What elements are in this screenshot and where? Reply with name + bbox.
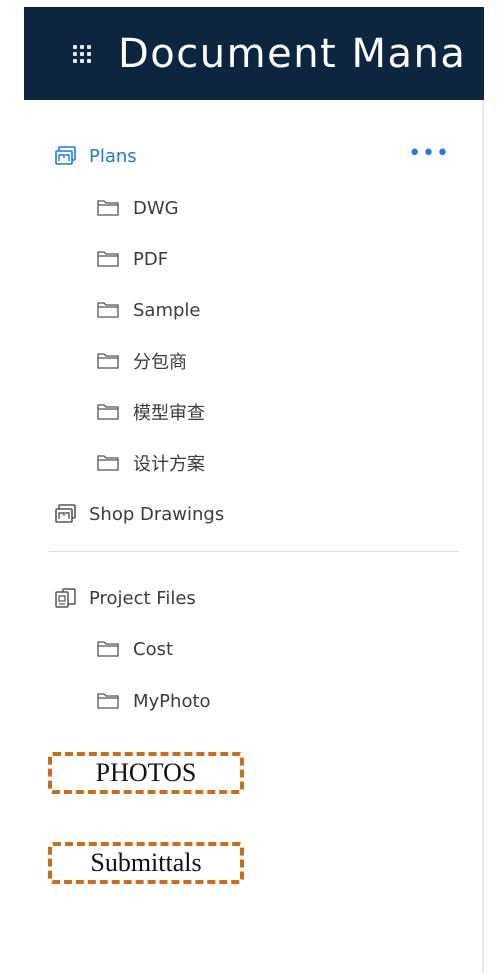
app-header: Document Mana bbox=[24, 7, 484, 100]
submittals-annotation: Submittals bbox=[48, 842, 244, 884]
folder-label: PDF bbox=[133, 248, 169, 270]
section-divider bbox=[49, 551, 459, 552]
folder-pdf[interactable]: PDF bbox=[24, 237, 464, 281]
folder-label: Cost bbox=[133, 638, 174, 660]
tree-root-plans[interactable]: Plans ••• bbox=[24, 134, 464, 178]
folder-sample[interactable]: Sample bbox=[24, 288, 464, 332]
folder-myphoto[interactable]: MyPhoto bbox=[24, 679, 464, 723]
folder-label: 设计方案 bbox=[133, 454, 205, 475]
tree-root-project-files[interactable]: Project Files bbox=[24, 576, 464, 620]
folder-icon bbox=[97, 200, 119, 216]
plans-icon bbox=[55, 146, 76, 165]
folder-icon bbox=[97, 251, 119, 267]
folder-label: DWG bbox=[133, 197, 179, 219]
folder-cost[interactable]: Cost bbox=[24, 627, 464, 671]
folder-icon bbox=[97, 693, 119, 709]
folder-label: 分包商 bbox=[133, 352, 187, 373]
folder-icon bbox=[97, 404, 119, 420]
folder-icon bbox=[97, 641, 119, 657]
project-files-icon bbox=[55, 588, 76, 608]
folder-icon bbox=[97, 455, 119, 471]
tree-root-shop-drawings[interactable]: Shop Drawings bbox=[24, 492, 464, 536]
folder-label: Sample bbox=[133, 299, 201, 321]
folder-dwg[interactable]: DWG bbox=[24, 186, 464, 230]
folder-subcontractor[interactable]: 分包商 bbox=[24, 339, 464, 383]
panel-edge bbox=[482, 100, 484, 973]
more-options-icon[interactable]: ••• bbox=[408, 143, 450, 165]
tree-root-label: Plans bbox=[89, 145, 137, 167]
folder-label: MyPhoto bbox=[133, 690, 211, 712]
folder-icon bbox=[97, 302, 119, 318]
folder-icon bbox=[97, 353, 119, 369]
photos-annotation: PHOTOS bbox=[48, 752, 244, 794]
grid-icon[interactable] bbox=[73, 43, 95, 65]
document-manager-panel: Document Mana Plans ••• DWG PDF Sample 分… bbox=[24, 7, 484, 973]
folder-design-plan[interactable]: 设计方案 bbox=[24, 441, 464, 485]
tree-root-label: Shop Drawings bbox=[89, 503, 225, 525]
app-title: Document Mana bbox=[118, 30, 467, 77]
shop-drawings-icon bbox=[55, 504, 76, 523]
folder-label: 模型审查 bbox=[133, 403, 205, 424]
tree-root-label: Project Files bbox=[89, 587, 196, 609]
folder-model-review[interactable]: 模型审查 bbox=[24, 390, 464, 434]
